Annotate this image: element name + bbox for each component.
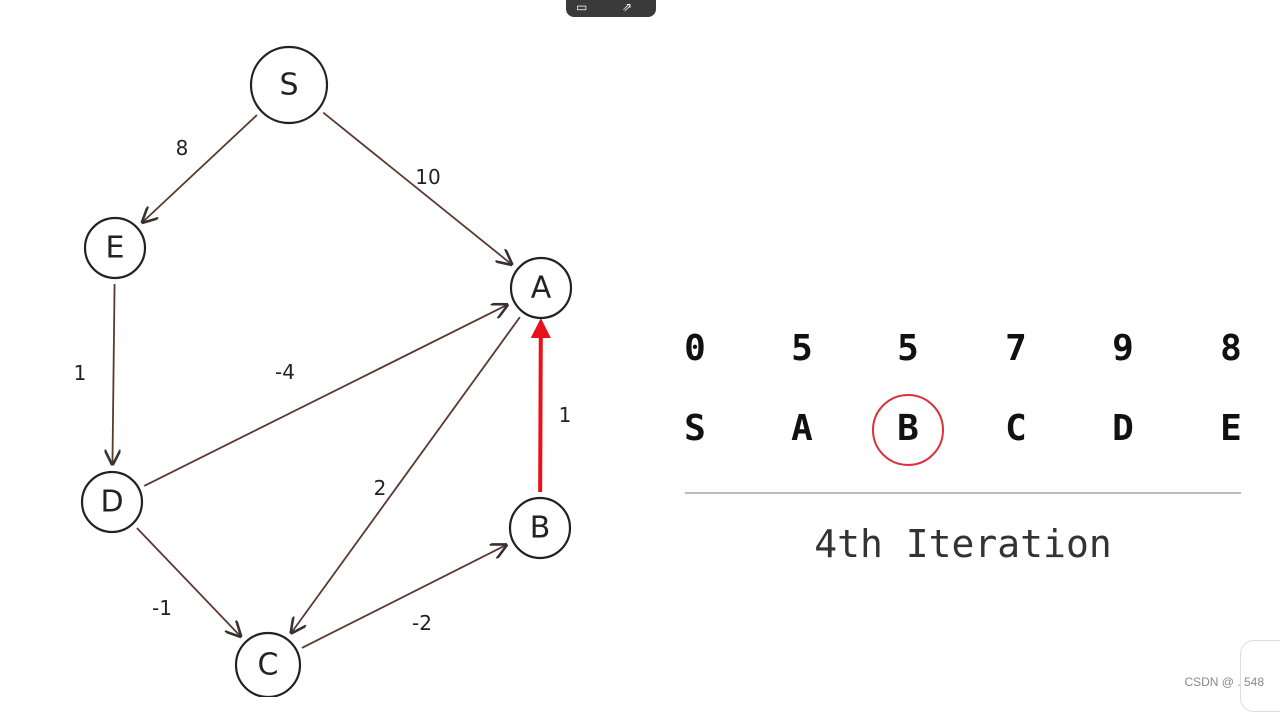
node-name: E — [1220, 408, 1242, 449]
watermark: CSDN @ . 548 — [1184, 675, 1264, 689]
edge-weight: 2 — [374, 476, 387, 500]
edge-weight: -4 — [275, 360, 295, 384]
iteration-caption: 4th Iteration — [814, 522, 1112, 566]
distance-value: 5 — [791, 328, 813, 369]
edge-weight: -1 — [152, 596, 172, 620]
edge-b-a: 1 — [530, 317, 572, 493]
divider — [685, 492, 1241, 494]
node-label: A — [531, 271, 552, 306]
edge-s-a: 10 — [322, 111, 511, 265]
graph-diagram: 8 10 1 -4 2 -1 -2 1 S E A D B C — [74, 45, 573, 697]
edge-weight: 10 — [415, 165, 440, 189]
distance-value: 5 — [897, 328, 919, 369]
edge-line — [112, 283, 114, 464]
node-d: D — [80, 470, 144, 534]
distance-value: 7 — [1005, 328, 1027, 369]
edge-weight: 8 — [176, 136, 189, 160]
node-name: A — [791, 408, 813, 449]
node-e: E — [83, 216, 147, 280]
edge-c-b: -2 — [301, 545, 506, 649]
edge-weight: 1 — [559, 403, 572, 427]
node-label: S — [279, 68, 298, 103]
edge-d-a: -4 — [143, 305, 507, 487]
edge-s-e: 8 — [143, 114, 258, 222]
node-name: D — [1112, 408, 1134, 449]
edge-weight: 1 — [74, 361, 87, 385]
edge-line — [143, 305, 507, 487]
node-s: S — [249, 45, 329, 125]
edge-line — [530, 317, 551, 493]
edge-line — [301, 545, 506, 649]
node-b: B — [508, 496, 572, 560]
edge-e-d: 1 — [74, 283, 115, 464]
node-a: A — [509, 256, 573, 320]
node-label: B — [530, 511, 551, 546]
distance-value: 0 — [684, 328, 706, 369]
distance-value: 9 — [1112, 328, 1134, 369]
node-label: C — [258, 648, 279, 683]
node-name: S — [684, 408, 706, 449]
node-label: D — [100, 485, 123, 520]
node-c: C — [234, 631, 302, 697]
edge-weight: -2 — [412, 611, 432, 635]
distance-value: 8 — [1220, 328, 1242, 369]
edge-a-c: 2 — [291, 316, 521, 632]
node-label: E — [106, 231, 125, 266]
edge-d-c: -1 — [136, 527, 240, 636]
edge-line — [291, 316, 521, 632]
node-name: C — [1005, 408, 1027, 449]
current-node-highlight — [872, 394, 944, 466]
edge-line — [143, 114, 258, 222]
